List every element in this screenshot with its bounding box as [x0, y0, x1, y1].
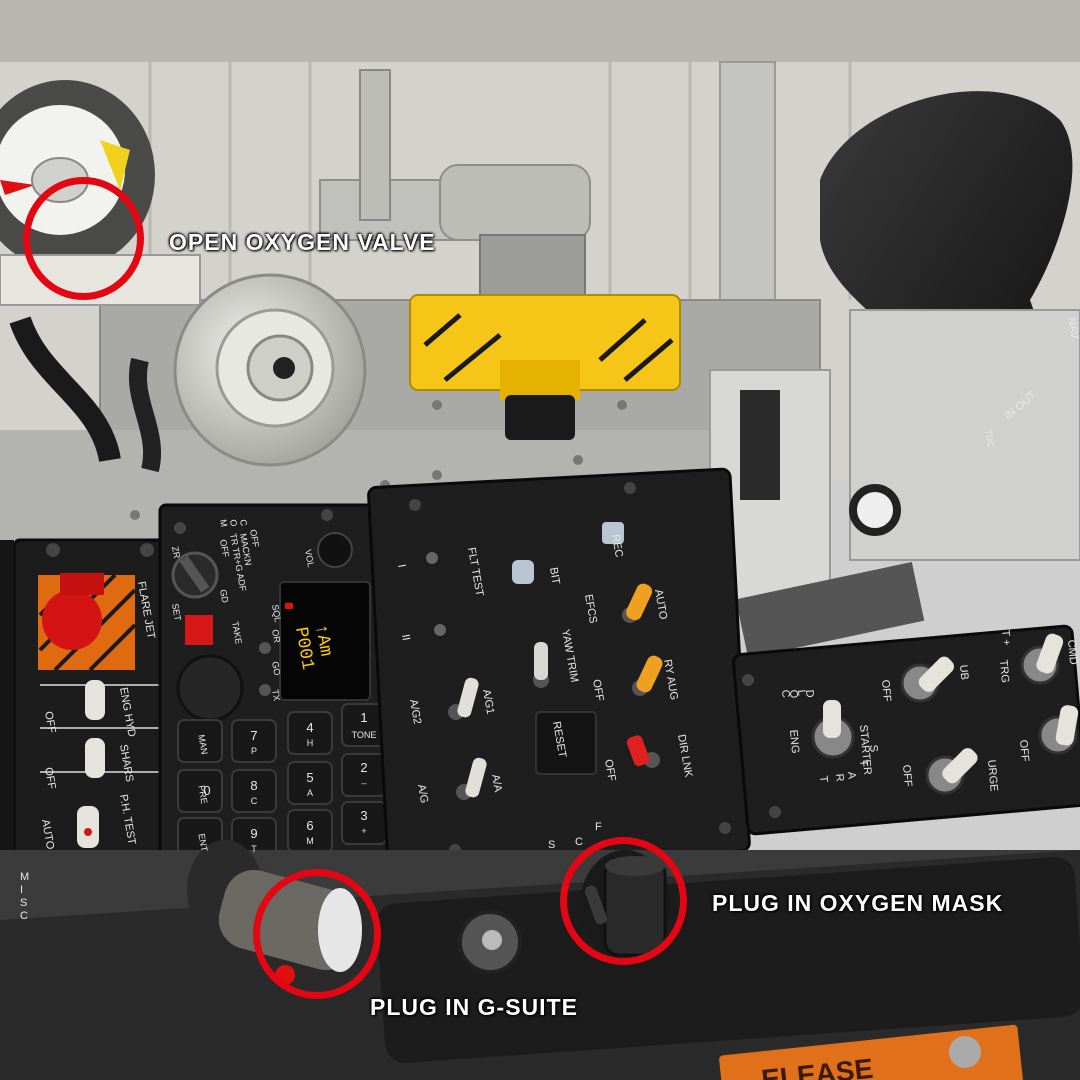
key-5-num: 5 [306, 770, 313, 785]
key-0-num: 0 [203, 783, 210, 798]
oxygen-mask-callout: PLUG IN OXYGEN MASK [712, 890, 1004, 916]
label-trg: TRG [997, 659, 1011, 683]
key-tone-label: TONE [352, 730, 377, 740]
starter-panel [731, 624, 1080, 836]
flt-test-pos1[interactable] [426, 552, 438, 564]
label-ub: UB [957, 664, 970, 680]
yaw-trim-switch[interactable] [533, 642, 549, 688]
key-6-sub: M [306, 836, 314, 846]
label-fcs-s: S [548, 839, 555, 851]
key-1-num: 1 [360, 710, 367, 725]
label-start-s: S [867, 744, 880, 752]
g-suit-highlight-ring [253, 869, 381, 999]
label-t-plus: T + [999, 629, 1012, 646]
label-fcs-c: C [575, 836, 583, 848]
label-start-t: T [857, 759, 870, 767]
shars-toggle[interactable] [85, 738, 105, 778]
label-misc-c: C [20, 910, 28, 922]
red-indicator-light [185, 615, 213, 645]
eng-hyd-toggle[interactable] [85, 680, 105, 720]
flt-test-panel [367, 467, 751, 871]
key-6-num: 6 [306, 818, 313, 833]
go-switch[interactable] [259, 684, 271, 696]
key-7-sub: P [251, 746, 257, 756]
label-off-starter-1: OFF [879, 679, 893, 702]
key-4-num: 4 [306, 720, 313, 735]
label-misc-m: M [20, 871, 29, 883]
oxygen-mask-highlight-ring [560, 837, 687, 965]
key-2-num: 2 [360, 760, 367, 775]
key-8-num: 8 [250, 778, 257, 793]
volume-knob[interactable] [317, 532, 353, 568]
label-misc-s: S [20, 897, 27, 909]
cockpit-illustration: FLARE JET ENG HYD SHARS P.H. TEST OFF OF… [0, 0, 1080, 1080]
flt-test-pos2[interactable] [434, 624, 446, 636]
ufc-connector [176, 654, 244, 722]
oxygen-valve-callout: OPEN OXYGEN VALVE [169, 229, 436, 255]
key-8-sub: C [251, 796, 258, 806]
label-fcs-f: F [595, 821, 602, 833]
key-7-num: 7 [250, 728, 257, 743]
label-start-t2: T [817, 775, 830, 783]
flare-jet-button[interactable] [42, 590, 102, 650]
label-zr: ZR [170, 546, 182, 560]
key-9-sub: T [251, 844, 257, 854]
label-start-r: R [833, 773, 846, 782]
label-cmd: CMD [1065, 639, 1079, 665]
label-tx: TX [270, 689, 282, 702]
label-off-starter-2: OFF [900, 764, 914, 787]
ph-test-toggle[interactable] [77, 806, 99, 848]
g-suit-callout: PLUG IN G-SUITE [370, 994, 578, 1020]
key-3-num: 3 [360, 808, 367, 823]
cockpit-scene: FLARE JET ENG HYD SHARS P.H. TEST OFF OF… [0, 0, 1080, 1080]
mode-selector-knob[interactable] [171, 551, 219, 599]
key-9-num: 9 [250, 826, 257, 841]
key-5-sub: A [307, 788, 313, 798]
label-off-starter-3: OFF [1017, 739, 1031, 762]
key-4-sub: H [307, 738, 314, 748]
oxygen-valve-highlight-ring [23, 177, 144, 300]
label-misc-i: I [20, 884, 23, 896]
bit-button[interactable] [512, 560, 534, 584]
key-3-sub: + [361, 826, 366, 836]
sql-switch[interactable] [259, 642, 271, 654]
key-2-sub: – [361, 778, 366, 788]
label-cold-d: D [803, 689, 816, 698]
label-eng: ENG [787, 729, 801, 754]
air-vent [173, 273, 367, 467]
